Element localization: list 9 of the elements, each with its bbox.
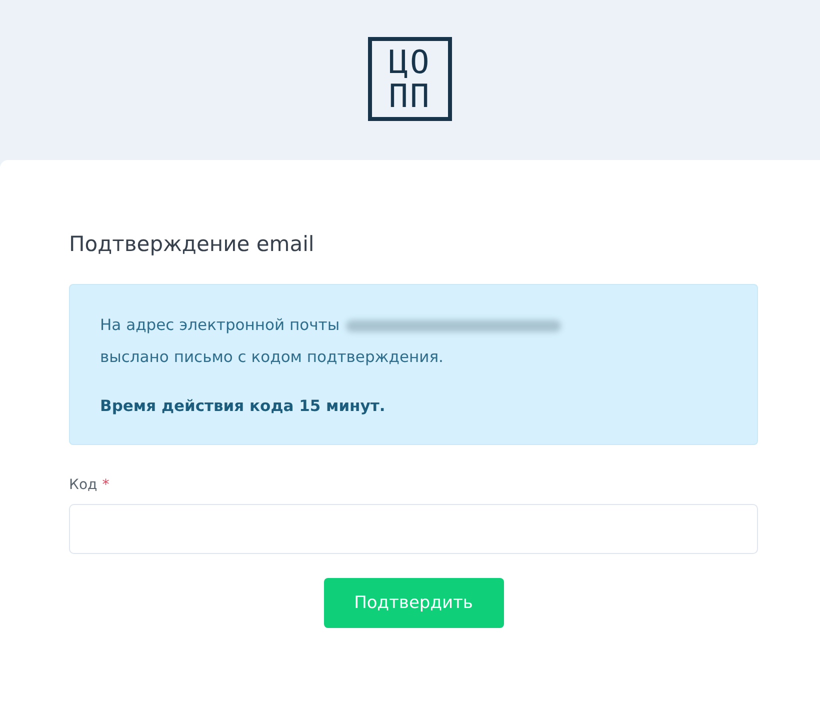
confirm-button[interactable]: Подтвердить [324, 578, 504, 628]
logo: ЦО ПП [368, 37, 452, 121]
info-text: выслано письмо с кодом подтверждения. [100, 347, 444, 368]
field-label: Код [69, 477, 98, 493]
info-text: На адрес электронной почты [100, 316, 340, 334]
info-note: Время действия кода 15 минут. [100, 396, 386, 417]
required-mark: * [102, 477, 110, 493]
page-title: Подтверждение email [69, 232, 316, 256]
code-input-field[interactable] [69, 504, 758, 554]
